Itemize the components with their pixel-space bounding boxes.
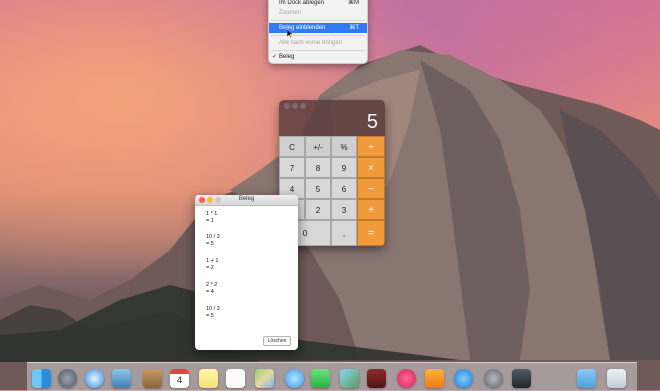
key-multiply[interactable]: ×	[357, 157, 385, 178]
tape-expression: 2 * 2	[206, 282, 218, 288]
reminders-icon[interactable]	[226, 369, 245, 388]
photo-booth-icon[interactable]	[367, 369, 386, 388]
close-button[interactable]	[284, 103, 290, 109]
menu-separator	[271, 35, 365, 36]
maps-icon[interactable]	[255, 369, 274, 388]
key-9[interactable]: 9	[331, 157, 357, 178]
downloads-folder-icon[interactable]	[577, 369, 596, 388]
menu-item-label: Beleg einblenden	[279, 25, 326, 31]
key-decimal[interactable]: ,	[331, 220, 357, 246]
paper-tape-window: Beleg 1 * 1 = 1 10 / 2 = 5 1 + 1 = 2 2 *…	[195, 195, 298, 350]
key-5[interactable]: 5	[305, 178, 331, 199]
key-percent[interactable]: %	[331, 136, 357, 157]
menu-item-shortcut: ⌘T	[349, 25, 359, 31]
menu-separator	[271, 20, 365, 21]
messages-icon[interactable]	[285, 369, 304, 388]
tape-result: = 4	[206, 289, 214, 295]
zoom-button[interactable]	[300, 103, 306, 109]
minimize-button[interactable]	[292, 103, 298, 109]
menu-item-shortcut: ⌘M	[348, 0, 359, 6]
key-plus-minus[interactable]: +/-	[305, 136, 331, 157]
window-title: Beleg	[238, 196, 255, 202]
menu-item-label: Im Dock ablegen	[279, 0, 325, 6]
notes-icon[interactable]	[199, 369, 218, 388]
app-store-icon[interactable]	[454, 369, 473, 388]
preview-icon[interactable]	[112, 369, 131, 388]
key-8[interactable]: 8	[305, 157, 331, 178]
tape-result: = 5	[206, 241, 214, 247]
key-add[interactable]: +	[357, 199, 385, 220]
trash-icon[interactable]	[607, 369, 626, 388]
finder-icon[interactable]	[32, 369, 51, 388]
key-6[interactable]: 6	[331, 178, 357, 199]
key-divide[interactable]: ÷	[357, 136, 385, 157]
menu-item-bring-all-to-front: Alle nach vorne bringen	[269, 38, 367, 48]
photos-icon[interactable]	[340, 369, 359, 388]
menu-item-zoom: Zoomen	[269, 8, 367, 18]
facetime-icon[interactable]	[311, 369, 330, 388]
key-2[interactable]: 2	[305, 199, 331, 220]
tape-expression: 1 * 1	[206, 211, 218, 217]
key-clear[interactable]: C	[279, 136, 305, 157]
menu-item-label: Beleg	[279, 54, 295, 60]
key-7[interactable]: 7	[279, 157, 305, 178]
display-value: 5	[366, 111, 378, 133]
ibooks-icon[interactable]	[425, 369, 444, 388]
launchpad-icon[interactable]	[58, 369, 77, 388]
menu-separator	[271, 50, 365, 51]
calendar-day: 4	[176, 375, 182, 385]
tape-result: = 5	[206, 313, 214, 319]
calculator-display: 5	[279, 100, 385, 136]
menu-item-tape-window[interactable]: ✓ Beleg	[269, 52, 367, 62]
quicktime-icon[interactable]	[512, 369, 531, 388]
tape-result: = 1	[206, 218, 214, 224]
calendar-icon[interactable]: 4	[170, 369, 189, 388]
menu-item-label: Zoomen	[279, 10, 302, 16]
menu-item-show-tape[interactable]: Beleg einblenden ⌘T	[269, 23, 367, 33]
clear-button[interactable]: Löschen	[263, 336, 291, 346]
dock: 4	[27, 362, 637, 391]
mouse-pointer-icon	[287, 29, 293, 38]
window-menu: Im Dock ablegen ⌘M Zoomen Beleg einblend…	[268, 0, 368, 64]
title-bar[interactable]: Beleg	[195, 195, 298, 206]
menu-item-label: Alle nach vorne bringen	[279, 40, 343, 46]
contacts-icon[interactable]	[143, 369, 162, 388]
checkmark-icon: ✓	[272, 54, 278, 60]
itunes-icon[interactable]	[397, 369, 416, 388]
menu-item-minimize[interactable]: Im Dock ablegen ⌘M	[269, 0, 367, 8]
key-subtract[interactable]: −	[357, 178, 385, 199]
tape-expression: 10 / 2	[206, 234, 220, 240]
system-preferences-icon[interactable]	[484, 369, 503, 388]
key-equals[interactable]: =	[357, 220, 385, 246]
key-3[interactable]: 3	[331, 199, 357, 220]
safari-icon[interactable]	[85, 369, 104, 388]
tape-expression: 10 / 2	[206, 306, 220, 312]
tape-result: = 2	[206, 265, 214, 271]
tape-expression: 1 + 1	[206, 258, 219, 264]
